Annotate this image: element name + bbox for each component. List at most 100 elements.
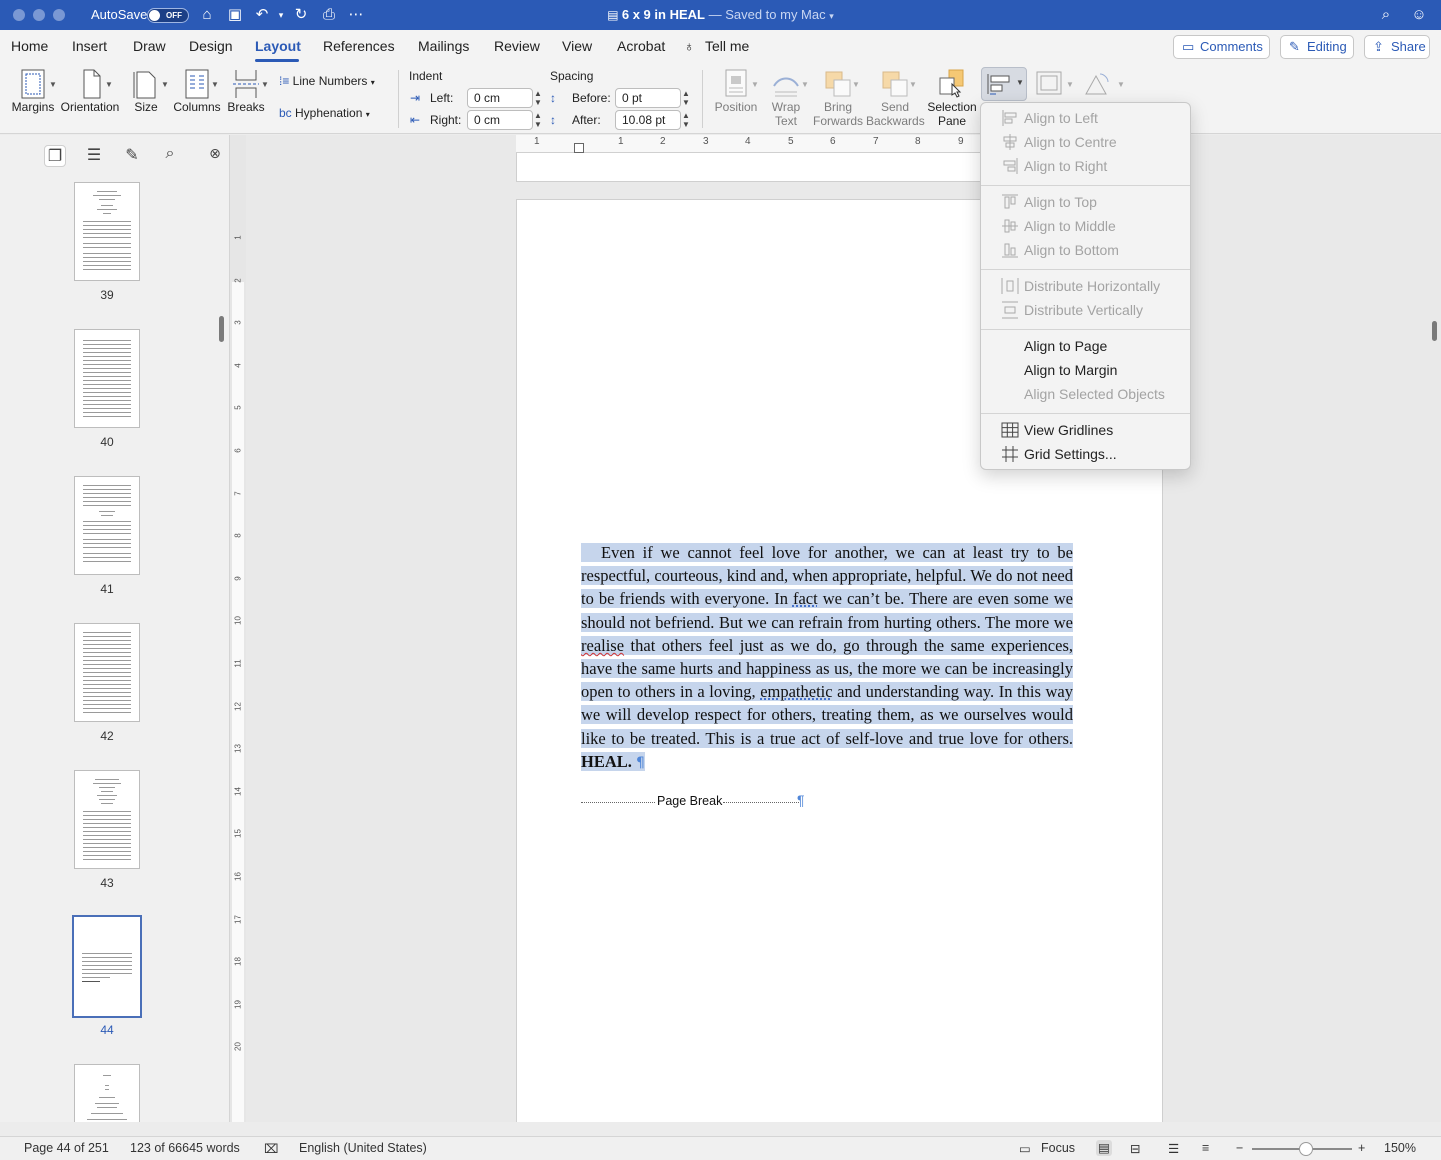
- line-numbers-dropdown-icon[interactable]: ▾: [371, 78, 375, 87]
- editing-button[interactable]: ✎ Editing: [1280, 35, 1354, 59]
- page-thumbnail[interactable]: [74, 182, 140, 281]
- proofing-icon[interactable]: ⌧: [264, 1141, 278, 1156]
- wrap-text-button[interactable]: Wrap Text: [764, 68, 808, 128]
- page-thumbnail[interactable]: [74, 623, 140, 722]
- bring-forwards-button[interactable]: Bring Forwards: [812, 68, 864, 128]
- breaks-dropdown-icon[interactable]: ▼: [261, 80, 269, 89]
- spacing-before-stepper[interactable]: ▲ ▼: [682, 89, 690, 107]
- group-button[interactable]: [1033, 68, 1065, 100]
- tab-layout[interactable]: Layout: [255, 38, 301, 54]
- body-paragraph[interactable]: Even if we cannot feel love for another,…: [581, 541, 1073, 775]
- indent-left-field[interactable]: 0 cm: [467, 88, 533, 108]
- account-icon[interactable]: ☺: [1410, 6, 1428, 24]
- title-chevron-icon[interactable]: ▾: [829, 11, 834, 21]
- web-layout-icon[interactable]: ⊟: [1130, 1141, 1140, 1156]
- size-dropdown-icon[interactable]: ▼: [161, 80, 169, 89]
- page-thumbnail[interactable]: [74, 770, 140, 869]
- position-dropdown-icon[interactable]: ▼: [751, 80, 759, 89]
- send-backwards-dropdown-icon[interactable]: ▼: [909, 80, 917, 89]
- thumbnails-icon[interactable]: ❐: [44, 145, 66, 167]
- indent-right-stepper[interactable]: ▲ ▼: [534, 111, 542, 129]
- comments-button[interactable]: ▭ Comments: [1173, 35, 1270, 59]
- wrap-text-dropdown-icon[interactable]: ▼: [801, 80, 809, 89]
- spacing-after-field[interactable]: 10.08 pt: [615, 110, 681, 130]
- bring-forwards-dropdown-icon[interactable]: ▼: [852, 80, 860, 89]
- rotate-button[interactable]: [1080, 68, 1114, 100]
- tell-me-search[interactable]: Tell me: [705, 38, 749, 54]
- draft-view-icon[interactable]: ≡: [1202, 1141, 1209, 1155]
- share-button[interactable]: ⇪ Share: [1364, 35, 1430, 59]
- tab-insert[interactable]: Insert: [72, 38, 107, 54]
- word-count[interactable]: 123 of 66645 words: [130, 1141, 240, 1155]
- language-indicator[interactable]: English (United States): [299, 1141, 427, 1155]
- spacing-after-stepper[interactable]: ▲ ▼: [682, 111, 690, 129]
- margins-dropdown-icon[interactable]: ▼: [49, 80, 57, 89]
- left-indent-marker[interactable]: [574, 143, 584, 153]
- menu-align-bottom[interactable]: Align to Bottom: [981, 238, 1190, 262]
- tab-draw[interactable]: Draw: [133, 38, 166, 54]
- indent-left-stepper[interactable]: ▲ ▼: [534, 89, 542, 107]
- tab-view[interactable]: View: [562, 38, 592, 54]
- menu-align-to-margin[interactable]: Align to Margin: [981, 358, 1190, 382]
- selection-pane-button[interactable]: Selection Pane: [926, 68, 978, 128]
- menu-grid-settings[interactable]: Grid Settings...: [981, 442, 1190, 466]
- close-pane-icon[interactable]: ⊗: [204, 145, 226, 167]
- document-scrollbar[interactable]: [1432, 321, 1437, 341]
- menu-align-middle[interactable]: Align to Middle: [981, 214, 1190, 238]
- tab-review[interactable]: Review: [494, 38, 540, 54]
- search-icon[interactable]: ⌕: [1377, 6, 1395, 24]
- menu-align-centre[interactable]: Align to Centre: [981, 130, 1190, 154]
- menu-align-right[interactable]: Align to Right: [981, 154, 1190, 178]
- page-count[interactable]: Page 44 of 251: [24, 1141, 109, 1155]
- tab-references[interactable]: References: [323, 38, 395, 54]
- orientation-dropdown-icon[interactable]: ▼: [105, 80, 113, 89]
- nav-pane-toolbar: ❐ ☰ ✎ ⌕ ⊗: [0, 135, 229, 175]
- position-button[interactable]: Position: [713, 68, 759, 114]
- outline-view-icon[interactable]: ☰: [1168, 1141, 1179, 1156]
- align-button[interactable]: ▼: [981, 67, 1027, 101]
- menu-align-to-page[interactable]: Align to Page: [981, 334, 1190, 358]
- menu-align-left[interactable]: Align to Left: [981, 106, 1190, 130]
- spelling-flagged-word[interactable]: realise: [581, 636, 624, 655]
- print-layout-icon[interactable]: ▤: [1096, 1140, 1112, 1156]
- page-thumbnail[interactable]: [74, 476, 140, 575]
- indent-right-field[interactable]: 0 cm: [467, 110, 533, 130]
- hyphenation-button[interactable]: bc Hyphenation ▾: [279, 106, 370, 120]
- menu-view-gridlines[interactable]: View Gridlines: [981, 418, 1190, 442]
- search-pane-icon[interactable]: ⌕: [159, 145, 181, 167]
- spacing-before-field[interactable]: 0 pt: [615, 88, 681, 108]
- menu-distribute-horizontally[interactable]: Distribute Horizontally: [981, 274, 1190, 298]
- size-button[interactable]: Size: [128, 68, 164, 114]
- menu-distribute-vertically[interactable]: Distribute Vertically: [981, 298, 1190, 322]
- outline-icon[interactable]: ☰: [83, 145, 105, 167]
- menu-align-top[interactable]: Align to Top: [981, 190, 1190, 214]
- margins-button[interactable]: Margins: [10, 68, 56, 114]
- breaks-button[interactable]: Breaks: [225, 68, 267, 114]
- grammar-flagged-word[interactable]: empathetic: [760, 682, 832, 701]
- page-thumbnail-current[interactable]: [72, 915, 142, 1018]
- hyphenation-dropdown-icon[interactable]: ▾: [366, 110, 370, 119]
- line-numbers-button[interactable]: ⁞≡ Line Numbers ▾: [279, 74, 375, 88]
- nav-pane-scrollbar[interactable]: [219, 316, 224, 342]
- columns-button[interactable]: Columns: [173, 68, 221, 114]
- menu-align-selected-objects[interactable]: Align Selected Objects: [981, 382, 1190, 406]
- zoom-level[interactable]: 150%: [1384, 1141, 1416, 1155]
- zoom-in-icon[interactable]: +: [1358, 1141, 1365, 1155]
- zoom-out-icon[interactable]: −: [1236, 1141, 1243, 1155]
- grammar-flagged-word[interactable]: fact: [793, 589, 818, 608]
- tab-design[interactable]: Design: [189, 38, 233, 54]
- page-thumbnail[interactable]: [74, 1064, 140, 1122]
- ruler-tick-label: 3: [703, 136, 709, 147]
- columns-dropdown-icon[interactable]: ▼: [211, 80, 219, 89]
- tab-home[interactable]: Home: [11, 38, 48, 54]
- tab-acrobat[interactable]: Acrobat: [617, 38, 665, 54]
- orientation-button[interactable]: Orientation: [60, 68, 120, 114]
- page-thumbnail[interactable]: [74, 329, 140, 428]
- focus-button[interactable]: Focus: [1041, 1141, 1075, 1155]
- group-dropdown-icon[interactable]: ▼: [1066, 80, 1074, 89]
- rotate-dropdown-icon[interactable]: ▼: [1117, 80, 1125, 89]
- zoom-slider-knob[interactable]: [1299, 1142, 1313, 1156]
- send-backwards-button[interactable]: Send Backwards: [866, 68, 925, 128]
- tab-mailings[interactable]: Mailings: [418, 38, 469, 54]
- document-map-icon[interactable]: ✎: [121, 145, 143, 167]
